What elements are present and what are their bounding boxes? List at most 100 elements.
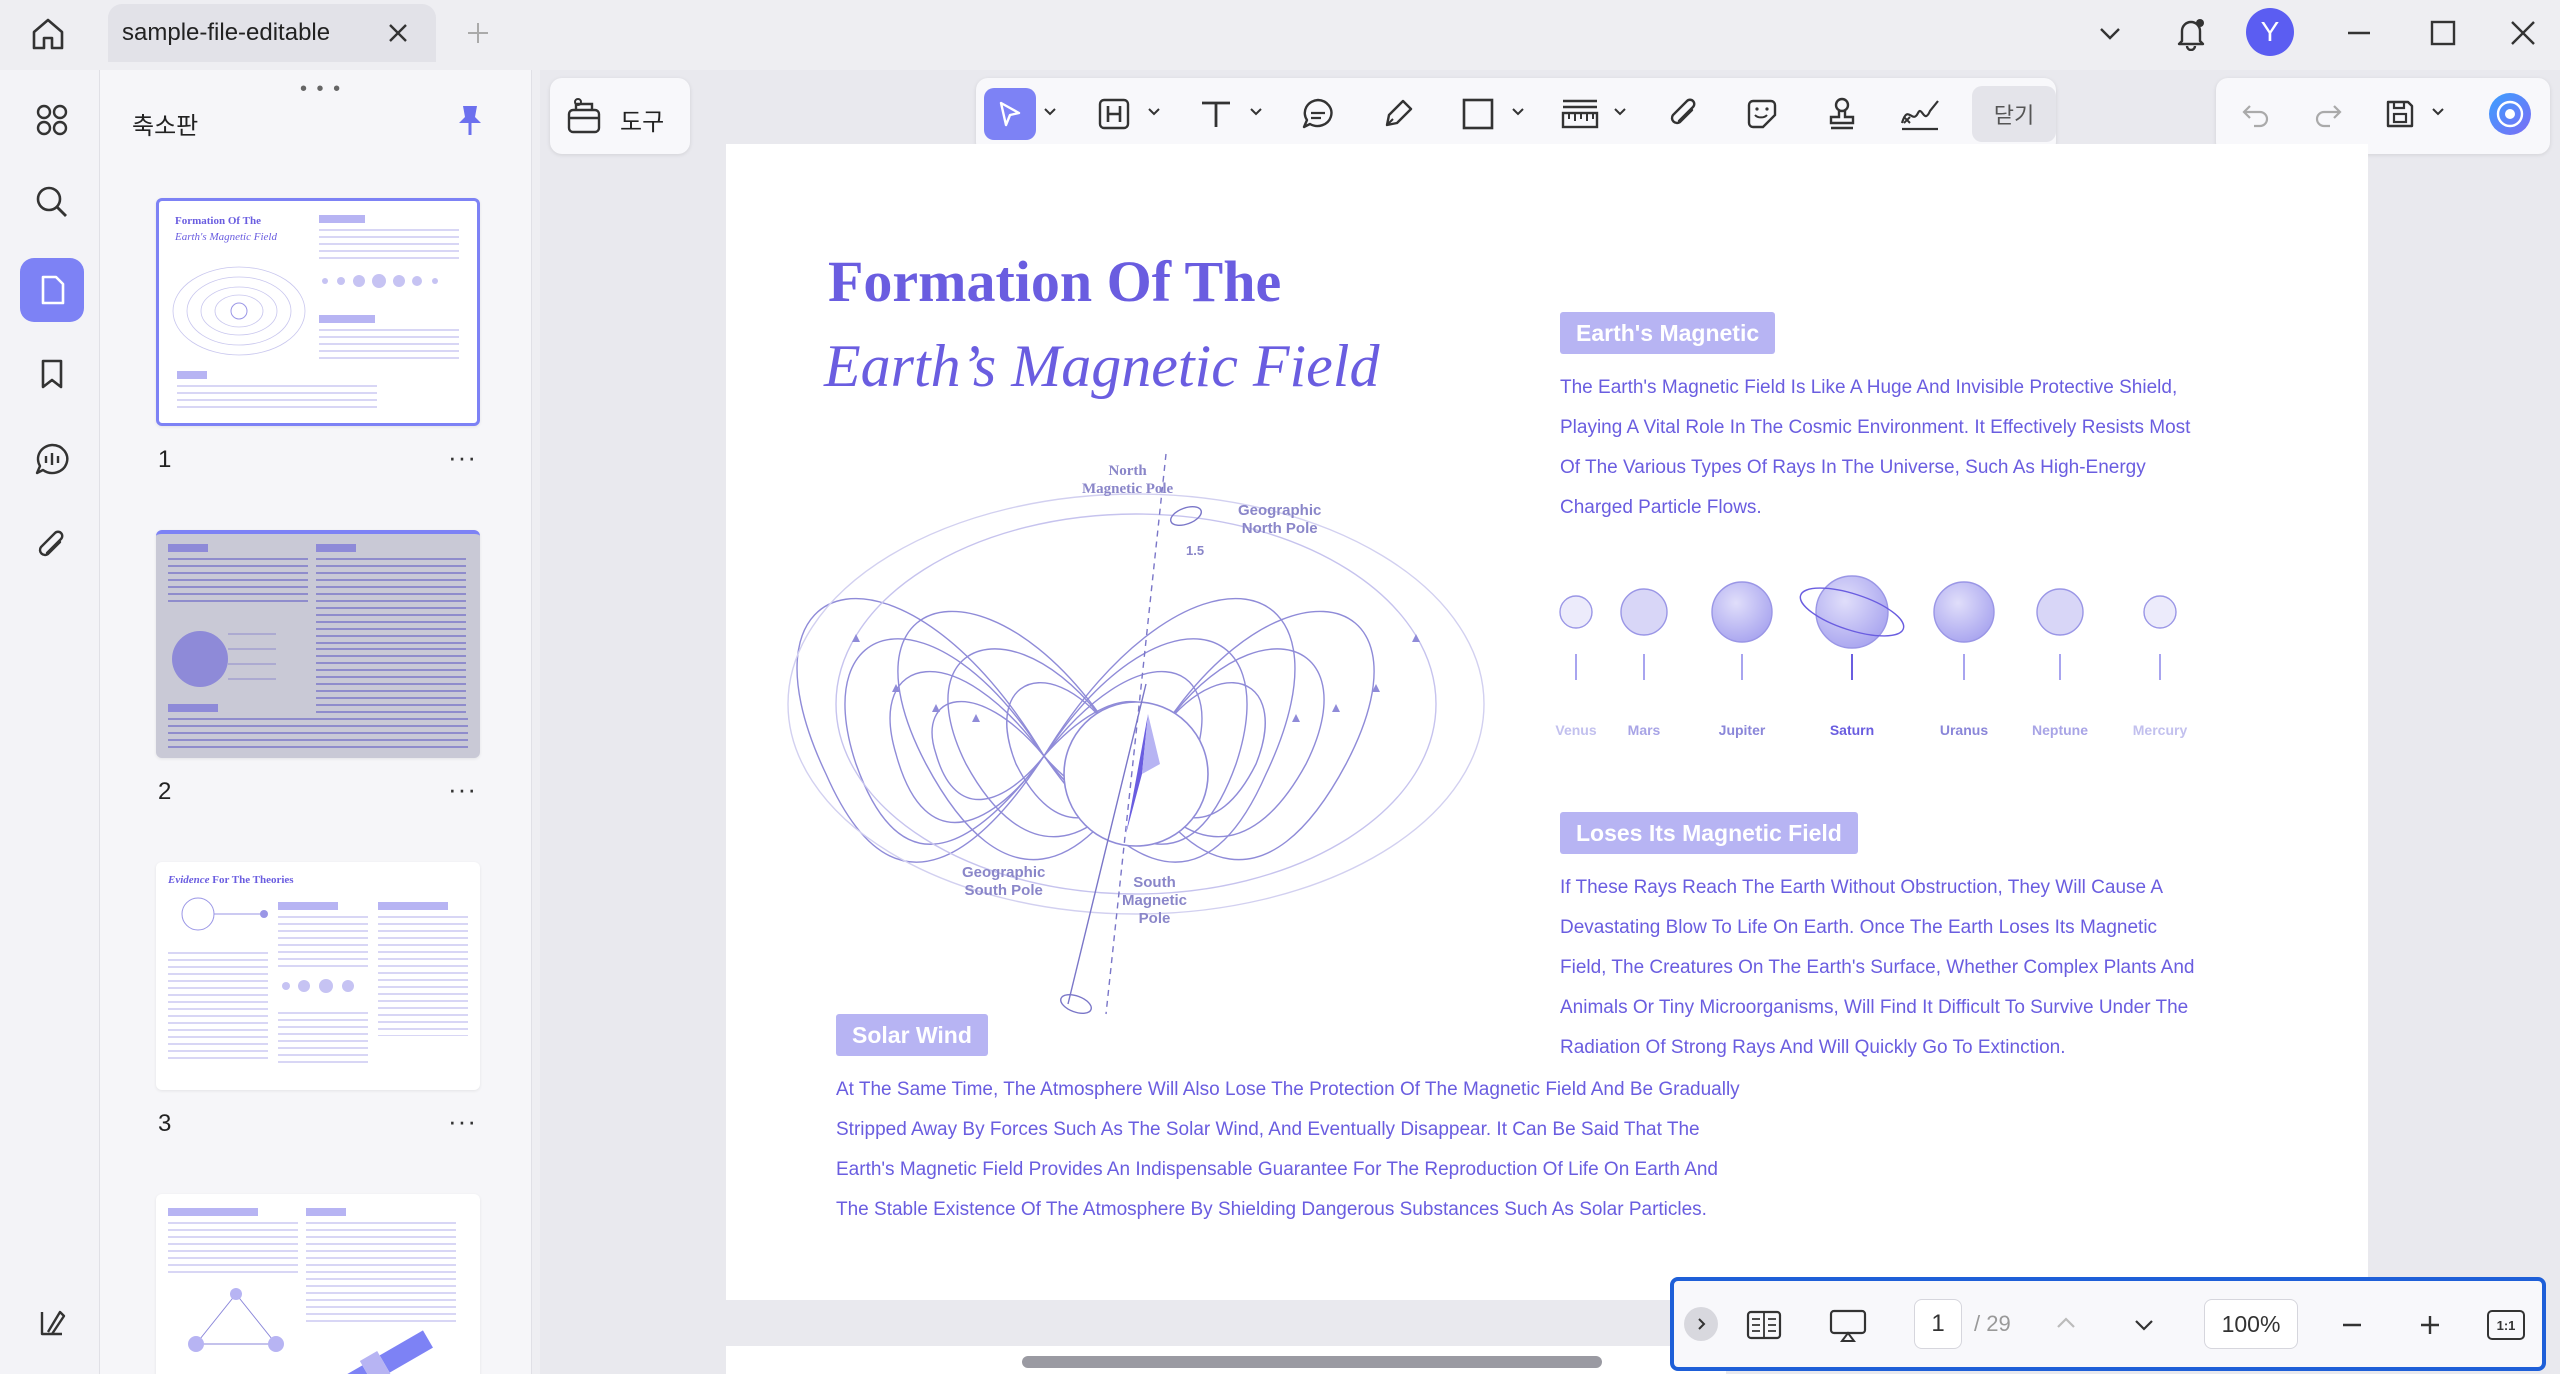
thumb-text-lines [168,1222,298,1278]
page-layout-icon[interactable] [1740,1301,1788,1349]
paragraph-line: Earth's Magnetic Field Provides An Indis… [836,1159,1718,1180]
slideshow-icon[interactable] [1824,1301,1872,1349]
planet-label: Neptune [2032,722,2088,738]
tools-menu-button[interactable]: 도구 [550,78,690,154]
page-thumbnail-1[interactable]: Formation Of The Earth's Magnetic Field [156,198,480,426]
thumb-pill [378,902,448,910]
pen-icon [1385,99,1413,127]
close-tab-icon[interactable] [384,19,412,47]
highlight-tool-button[interactable] [1088,88,1140,140]
thumb-title-italic: Evidence [168,874,210,886]
pin-icon[interactable] [450,100,490,140]
signature-tool-button[interactable] [1894,88,1946,140]
actual-size-icon[interactable]: 1:1 [2484,1303,2528,1347]
geographic-north-pole-label: Geographic North Pole [1238,502,1322,537]
thumb-text-lines [306,1222,456,1322]
chevron-down-icon[interactable] [1510,104,1526,120]
thumb-pill [168,544,208,552]
panel-resize-grip[interactable]: • • • [300,78,342,101]
thumb-page-number: 3 [158,1110,172,1137]
signature-icon [1900,100,1939,131]
save-icon[interactable] [2374,88,2426,140]
north-magnetic-pole-label: North Magnetic Pole [1082,463,1174,497]
comments-icon[interactable] [20,428,84,492]
chevron-down-icon[interactable] [2087,10,2133,56]
chevron-down-icon[interactable] [1248,104,1264,120]
planet-label: Jupiter [1718,722,1766,738]
chevron-down-icon[interactable] [2430,104,2446,120]
thumb-pill [319,215,365,223]
text-tool-button[interactable] [1190,88,1242,140]
bookmark-icon[interactable] [20,342,84,406]
stamp-tool-button[interactable] [1816,88,1868,140]
paragraph-line: Radiation Of Strong Rays And Will Quickl… [1560,1037,2066,1058]
previous-page-icon[interactable] [2046,1303,2086,1343]
ai-assistant-icon[interactable] [2484,88,2536,140]
redo-icon[interactable] [2302,88,2354,140]
ruler-icon [1561,99,1599,129]
page-thumbnail-3[interactable]: Evidence For The Theories [156,862,480,1090]
annotation-toolbar: 닫기 [976,78,2056,154]
close-window-icon[interactable] [2500,10,2546,56]
rectangle-icon [1462,98,1494,130]
paragraph-line: Playing A Vital Role In The Cosmic Envir… [1560,417,2191,438]
sticker-tool-button[interactable] [1736,88,1788,140]
comment-tool-button[interactable] [1292,88,1344,140]
shape-tool-button[interactable] [1452,88,1504,140]
expand-nav-icon[interactable] [1684,1307,1718,1341]
document-tab[interactable]: sample-file-editable [108,4,436,62]
zoom-in-icon[interactable] [2408,1303,2452,1347]
attach-tool-button[interactable] [1658,88,1710,140]
search-icon[interactable] [20,170,84,234]
thumb-text-lines [316,558,466,644]
horizontal-scrollbar[interactable] [1022,1356,1602,1368]
avatar[interactable]: Y [2246,8,2294,56]
minimize-icon[interactable] [2336,10,2382,56]
planet-label: Mercury [2132,722,2188,738]
section-heading: Solar Wind [836,1014,988,1056]
paragraph-line: Charged Particle Flows. [1560,497,1762,518]
paragraph-line: At The Same Time, The Atmosphere Will Al… [836,1079,1740,1100]
page-number-input[interactable]: 1 [1914,1299,1962,1349]
sidebar-toggle-icon[interactable] [20,1290,84,1354]
thumb-title: Evidence For The Theories [168,874,294,886]
chevron-down-icon[interactable] [1612,104,1628,120]
chevron-down-icon[interactable] [1042,104,1058,120]
zoom-level[interactable]: 100% [2204,1299,2298,1349]
zoom-out-icon[interactable] [2330,1303,2374,1347]
pen-tool-button[interactable] [1372,88,1424,140]
apps-grid-icon[interactable] [20,88,84,152]
maximize-icon[interactable] [2420,10,2466,56]
thumb-more-button[interactable]: ··· [448,1106,477,1137]
attachment-icon[interactable] [20,514,84,578]
planet-label: Mars [1627,722,1661,738]
cursor-arrow-icon [999,101,1021,127]
measure-tool-button[interactable] [1554,88,1606,140]
angle-label: 1.5 [1186,543,1205,558]
page-thumbnail-4[interactable] [156,1194,480,1374]
thumb-pill [168,1208,258,1216]
notification-bell-icon[interactable] [2168,10,2214,56]
thumb-page-number: 2 [158,778,172,805]
title-bar: sample-file-editable Y [0,0,2560,66]
chevron-down-icon[interactable] [1146,104,1162,120]
thumb-title-rest: For The Theories [209,874,294,886]
thumb-more-button[interactable]: ··· [448,774,477,805]
thumb-more-button[interactable]: ··· [448,442,477,473]
magnetic-field-diagram [787,453,1485,1015]
undo-icon[interactable] [2230,88,2282,140]
planet-label: Uranus [1939,722,1989,738]
paragraph-line: The Stable Existence Of The Atmosphere B… [836,1199,1707,1220]
close-toolbar-button[interactable]: 닫기 [1972,86,2056,142]
thumbnails-icon[interactable] [20,258,84,322]
new-tab-icon[interactable] [462,17,494,49]
select-tool-button[interactable] [984,88,1036,140]
text-icon [1202,101,1230,127]
page-thumbnail-2[interactable] [156,530,480,758]
paragraph-line: Animals Or Tiny Microorganisms, Will Fin… [1560,997,2189,1018]
home-icon[interactable] [26,12,70,56]
geographic-south-pole-label: Geographic South Pole [962,864,1046,899]
next-page-icon[interactable] [2124,1305,2164,1345]
stamp-icon [1829,97,1855,130]
document-title-line1: Formation Of The [828,249,1282,314]
